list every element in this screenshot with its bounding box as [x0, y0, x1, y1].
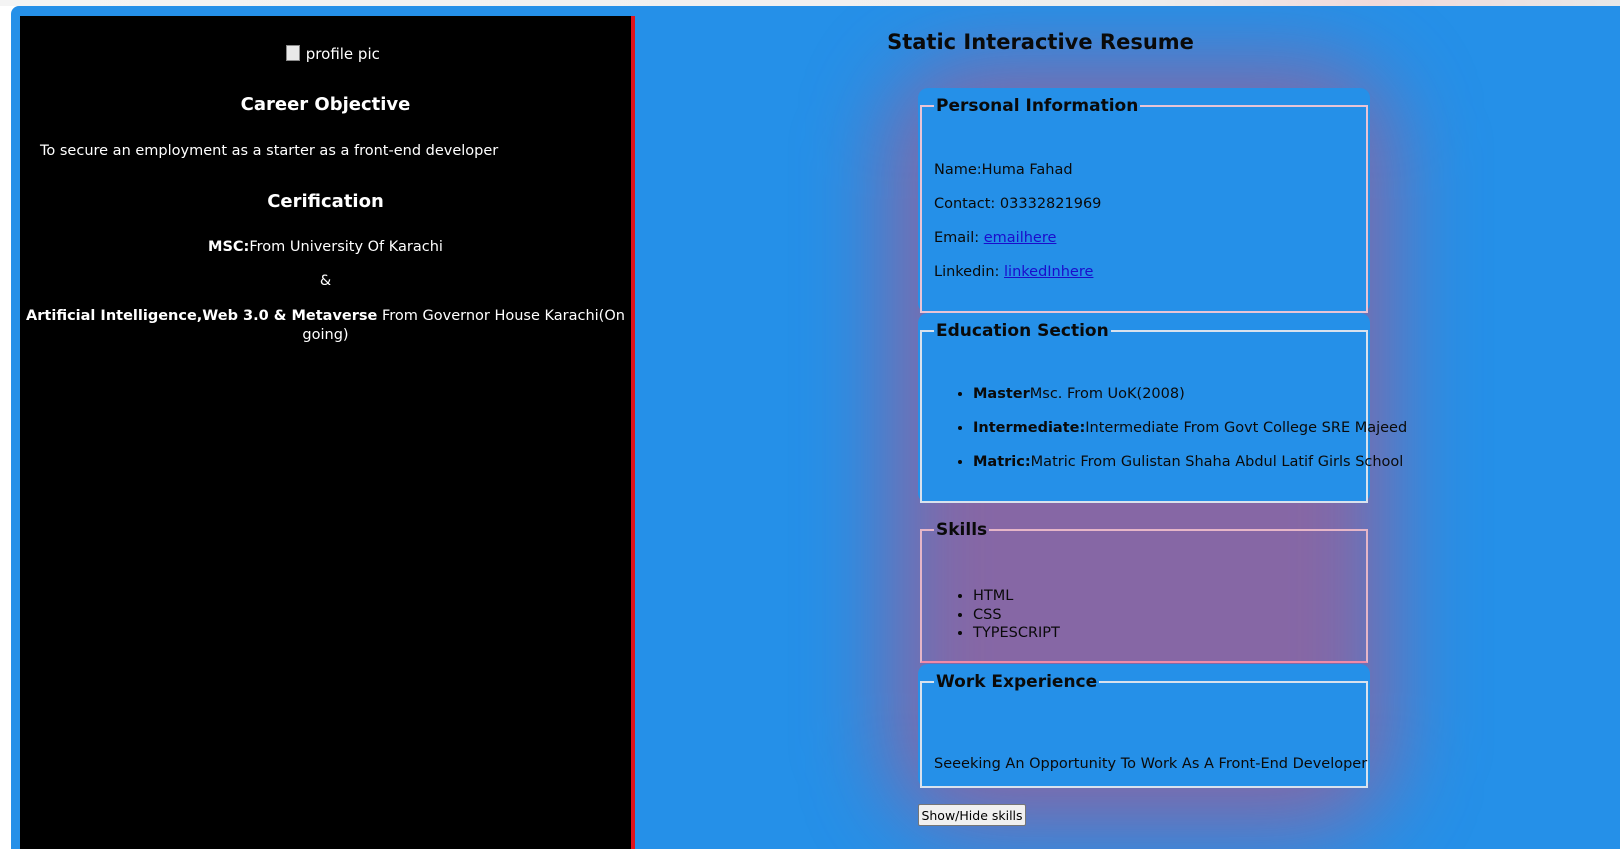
education-item-text: Intermediate From Govt College SRE Majee…	[1085, 420, 1408, 436]
personal-info-fieldset: Personal Information Name:Huma Fahad Con…	[920, 96, 1368, 313]
education-item-label: Intermediate:	[973, 420, 1086, 436]
work-experience-card: Work Experience Seeeking An Opportunity …	[918, 664, 1370, 788]
cert-ai: Artificial Intelligence,Web 3.0 & Metave…	[20, 307, 631, 345]
main-content: Static Interactive Resume Personal Infor…	[631, 6, 1620, 849]
contact-label: Contact:	[934, 196, 1000, 212]
cert-ai-text-2: going)	[302, 327, 349, 343]
education-card: Education Section MasterMsc. From UoK(20…	[918, 313, 1407, 503]
cert-msc-label: MSC:	[208, 239, 250, 255]
skills-list: HTML CSS TYPESCRIPT	[934, 587, 1060, 643]
skills-legend: Skills	[936, 520, 988, 540]
work-experience-fieldset: Work Experience Seeeking An Opportunity …	[920, 672, 1368, 788]
education-item-text: Msc. From UoK(2008)	[1029, 386, 1185, 402]
email-line: Email: emailhere	[934, 230, 1056, 246]
cert-ampersand: &	[319, 273, 332, 289]
education-item-intermediate: Intermediate:Intermediate From Govt Coll…	[973, 419, 1407, 438]
personal-info-legend: Personal Information	[936, 96, 1139, 116]
cert-ai-text: From Governor House Karachi(On	[377, 308, 625, 324]
education-item-matric: Matric:Matric From Gulistan Shaha Abdul …	[973, 453, 1407, 472]
work-experience-text: Seeeking An Opportunity To Work As A Fro…	[934, 756, 1368, 772]
skill-item: HTML	[973, 587, 1060, 606]
email-label: Email:	[934, 230, 984, 246]
page-title: Static Interactive Resume	[887, 30, 1194, 54]
name-label: Name:	[934, 162, 982, 178]
skills-card: Skills HTML CSS TYPESCRIPT	[918, 520, 1370, 663]
skill-item: CSS	[973, 606, 1060, 625]
skill-item: TYPESCRIPT	[973, 624, 1060, 643]
linkedin-label: Linkedin:	[934, 264, 1005, 280]
resume-page: profile pic Career Objective To secure a…	[11, 6, 1620, 849]
sidebar-panel: profile pic Career Objective To secure a…	[20, 16, 635, 849]
cert-msc: MSC:From University Of Karachi	[20, 239, 631, 255]
profile-pic-image: profile pic	[286, 45, 380, 63]
name-line: Name:Huma Fahad	[934, 162, 1073, 178]
skills-fieldset: Skills HTML CSS TYPESCRIPT	[920, 520, 1368, 663]
education-item-label: Master	[973, 386, 1030, 402]
linkedin-line: Linkedin: linkedInhere	[934, 264, 1093, 280]
career-objective-heading: Career Objective	[240, 94, 411, 115]
certification-heading: Cerification	[267, 191, 384, 212]
education-item-label: Matric:	[973, 454, 1031, 470]
show-hide-skills-button[interactable]: Show/Hide skills	[918, 804, 1026, 826]
profile-pic-alt: profile pic	[305, 45, 380, 63]
linkedin-link[interactable]: linkedInhere	[1004, 264, 1093, 280]
contact-value: 03332821969	[999, 196, 1102, 212]
name-value: Huma Fahad	[981, 162, 1073, 178]
education-item-master: MasterMsc. From UoK(2008)	[973, 385, 1407, 404]
education-legend: Education Section	[936, 321, 1109, 341]
education-item-text: Matric From Gulistan Shaha Abdul Latif G…	[1030, 454, 1404, 470]
career-objective-text: To secure an employment as a starter as …	[40, 143, 499, 159]
education-list: MasterMsc. From UoK(2008) Intermediate:I…	[934, 385, 1407, 487]
personal-info-card: Personal Information Name:Huma Fahad Con…	[918, 88, 1370, 313]
email-link[interactable]: emailhere	[984, 230, 1057, 246]
cert-msc-text: From University Of Karachi	[249, 239, 443, 255]
contact-line: Contact: 03332821969	[934, 196, 1101, 212]
work-experience-legend: Work Experience	[936, 672, 1098, 692]
cert-ai-label: Artificial Intelligence,Web 3.0 & Metave…	[26, 308, 378, 324]
education-fieldset: Education Section MasterMsc. From UoK(20…	[920, 321, 1407, 503]
